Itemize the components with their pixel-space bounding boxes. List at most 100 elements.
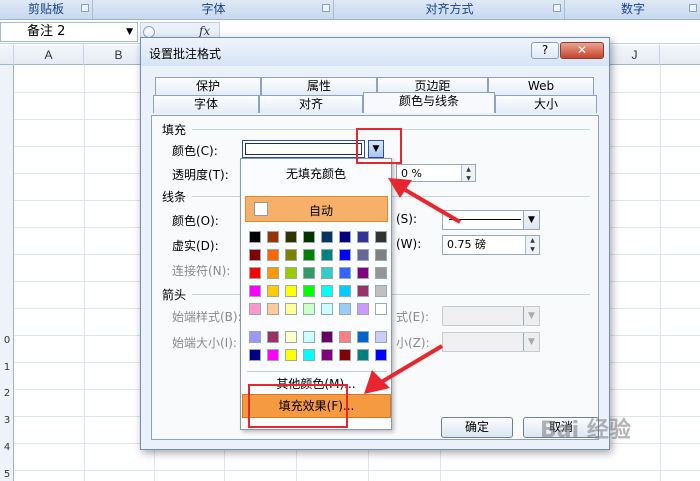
- no-fill-color-option[interactable]: 无填充颜色: [241, 165, 391, 182]
- help-button[interactable]: ?: [531, 42, 559, 59]
- color-swatch[interactable]: [249, 285, 261, 297]
- begin-style-label: 始端样式(B):: [172, 310, 242, 324]
- color-swatch[interactable]: [339, 249, 351, 261]
- color-swatch[interactable]: [249, 349, 261, 361]
- color-swatch[interactable]: [267, 267, 279, 279]
- color-swatch[interactable]: [285, 267, 297, 279]
- color-swatch[interactable]: [303, 249, 315, 261]
- name-box[interactable]: 备注 2 ▼: [0, 22, 138, 42]
- ribbon-group-font: 字体: [94, 0, 334, 20]
- end-size-dropdown[interactable]: ▼: [442, 332, 540, 352]
- color-swatch[interactable]: [339, 303, 351, 315]
- color-swatch[interactable]: [321, 285, 333, 297]
- fill-color-dropdown[interactable]: [242, 140, 365, 158]
- row-header[interactable]: 0: [0, 335, 14, 346]
- dialog-title-bar[interactable]: 设置批注格式 ? ✕: [141, 38, 609, 66]
- color-swatch[interactable]: [303, 303, 315, 315]
- color-swatch[interactable]: [267, 249, 279, 261]
- chevron-down-icon[interactable]: ▼: [126, 23, 133, 41]
- tab-protection[interactable]: 保护: [155, 77, 261, 95]
- line-weight-value: 0.75 磅: [447, 238, 486, 251]
- dash-label: 虚实(D):: [172, 239, 219, 253]
- automatic-color-option[interactable]: 自动: [245, 196, 388, 222]
- color-swatch[interactable]: [249, 231, 261, 243]
- tab-colors-and-lines[interactable]: 颜色与线条: [363, 92, 495, 113]
- color-swatch[interactable]: [303, 285, 315, 297]
- color-swatch[interactable]: [303, 231, 315, 243]
- end-style-dropdown[interactable]: ▼: [442, 306, 540, 326]
- close-button[interactable]: ✕: [560, 42, 604, 59]
- column-label: B: [114, 48, 123, 62]
- select-all-corner[interactable]: [0, 45, 14, 65]
- row-header[interactable]: 5: [0, 469, 14, 480]
- color-swatch[interactable]: [375, 231, 387, 243]
- color-swatch[interactable]: [285, 249, 297, 261]
- color-swatch[interactable]: [339, 267, 351, 279]
- dialog-launcher-icon[interactable]: [322, 4, 330, 12]
- color-swatch[interactable]: [357, 303, 369, 315]
- color-swatch[interactable]: [267, 285, 279, 297]
- color-swatch[interactable]: [267, 331, 279, 343]
- color-swatch[interactable]: [285, 285, 297, 297]
- color-swatch[interactable]: [357, 249, 369, 261]
- tab-size[interactable]: 大小: [495, 95, 597, 113]
- line-section-heading: 线条: [162, 190, 187, 204]
- color-swatch[interactable]: [285, 231, 297, 243]
- color-swatch[interactable]: [321, 331, 333, 343]
- color-swatch[interactable]: [375, 285, 387, 297]
- color-swatch[interactable]: [357, 267, 369, 279]
- column-header-k[interactable]: [660, 45, 700, 65]
- color-swatch[interactable]: [267, 303, 279, 315]
- color-swatch[interactable]: [285, 303, 297, 315]
- fx-icon[interactable]: fx: [199, 24, 210, 38]
- color-swatch[interactable]: [303, 331, 315, 343]
- chevron-down-icon[interactable]: ▼: [523, 211, 539, 229]
- begin-size-label: 始端大小(I):: [172, 336, 237, 350]
- fill-section-heading: 填充: [162, 123, 187, 137]
- spin-buttons-icon[interactable]: ▲ ▼: [525, 236, 539, 254]
- ok-button[interactable]: 确定: [441, 417, 513, 438]
- column-header-a[interactable]: A: [14, 45, 84, 65]
- grid-line: [84, 65, 85, 481]
- tab-alignment[interactable]: 对齐: [259, 95, 363, 113]
- tab-properties[interactable]: 属性: [261, 77, 377, 95]
- color-swatch[interactable]: [339, 231, 351, 243]
- dialog-launcher-icon[interactable]: [553, 4, 561, 12]
- color-swatch[interactable]: [375, 267, 387, 279]
- row-header[interactable]: 4: [0, 442, 14, 453]
- dialog-launcher-icon[interactable]: [81, 4, 89, 12]
- color-swatch[interactable]: [303, 267, 315, 279]
- chevron-down-icon[interactable]: ▼: [523, 333, 539, 351]
- color-swatch[interactable]: [249, 331, 261, 343]
- transparency-label: 透明度(T):: [172, 168, 229, 182]
- color-swatch[interactable]: [321, 249, 333, 261]
- dialog-launcher-icon[interactable]: [689, 4, 697, 12]
- annotation-arrow-icon: [364, 344, 444, 394]
- color-swatch[interactable]: [321, 231, 333, 243]
- color-swatch[interactable]: [285, 349, 297, 361]
- row-header[interactable]: 3: [0, 415, 14, 426]
- tab-font[interactable]: 字体: [153, 95, 259, 113]
- line-weight-input[interactable]: 0.75 磅 ▲ ▼: [442, 235, 540, 255]
- color-swatch[interactable]: [321, 303, 333, 315]
- color-swatch[interactable]: [267, 349, 279, 361]
- color-swatch[interactable]: [321, 267, 333, 279]
- color-swatch[interactable]: [357, 285, 369, 297]
- color-swatch[interactable]: [249, 267, 261, 279]
- color-swatch[interactable]: [357, 231, 369, 243]
- ribbon-group-bar: 剪贴板 字体 对齐方式 数字: [0, 0, 700, 20]
- color-swatch[interactable]: [267, 231, 279, 243]
- color-swatch[interactable]: [303, 349, 315, 361]
- row-header[interactable]: 1: [0, 362, 14, 373]
- color-swatch[interactable]: [321, 349, 333, 361]
- column-header-j[interactable]: J: [610, 45, 660, 65]
- color-swatch[interactable]: [285, 331, 297, 343]
- color-swatch[interactable]: [375, 249, 387, 261]
- color-swatch[interactable]: [249, 249, 261, 261]
- tab-web[interactable]: Web: [488, 77, 594, 95]
- row-header[interactable]: 2: [0, 388, 14, 399]
- chevron-down-icon[interactable]: ▼: [523, 307, 539, 325]
- color-swatch[interactable]: [249, 303, 261, 315]
- color-swatch[interactable]: [375, 303, 387, 315]
- color-swatch[interactable]: [339, 285, 351, 297]
